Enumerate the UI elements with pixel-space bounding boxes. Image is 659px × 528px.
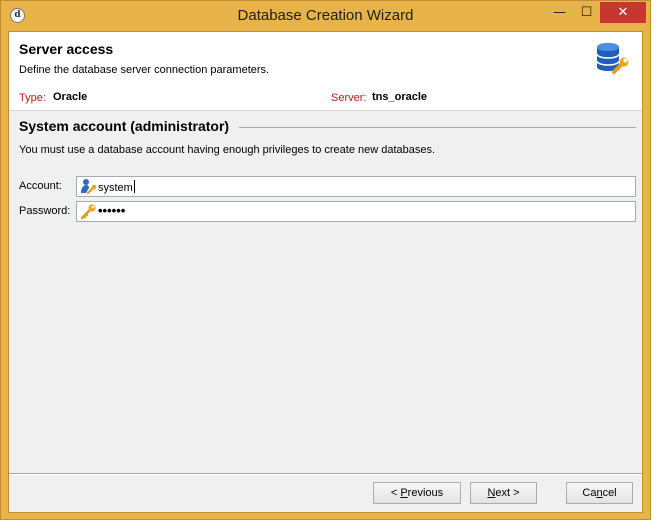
key-icon (80, 204, 96, 220)
user-key-icon (81, 179, 97, 195)
next-button[interactable]: Next > (470, 482, 537, 504)
section-divider (239, 127, 636, 128)
wizard-content: Server access Define the database server… (8, 31, 643, 513)
type-label: Type: (19, 92, 46, 104)
minimize-button[interactable]: — (546, 2, 573, 23)
footer-divider (9, 473, 642, 475)
close-button[interactable]: ✕ (600, 2, 646, 23)
page-title: Server access (19, 41, 114, 57)
section-title: System account (administrator) (19, 118, 234, 134)
account-input[interactable]: system (76, 176, 636, 197)
section-description: You must use a database account having e… (19, 144, 436, 156)
database-wrench-icon (596, 43, 629, 74)
type-value: Oracle (53, 91, 88, 103)
wizard-header: Server access Define the database server… (9, 32, 642, 83)
text-caret (133, 180, 135, 193)
password-label: Password: (19, 205, 71, 217)
page-description: Define the database server connection pa… (19, 64, 270, 76)
wizard-window: d Database Creation Wizard — ☐ ✕ Server … (0, 0, 651, 520)
cancel-button[interactable]: Ca n cel (566, 482, 633, 504)
password-input[interactable]: •••••• (76, 201, 636, 222)
maximize-button[interactable]: ☐ (573, 2, 600, 23)
title-bar[interactable]: d Database Creation Wizard — ☐ ✕ (1, 1, 650, 31)
previous-button[interactable]: < Previous (373, 482, 461, 504)
connection-info: Type: Oracle Server: tns_oracle (9, 82, 642, 111)
server-value: tns_oracle (372, 91, 428, 103)
account-value: system (98, 182, 133, 194)
account-label: Account: (19, 180, 62, 192)
server-label: Server: (331, 92, 367, 104)
password-value: •••••• (98, 203, 126, 218)
